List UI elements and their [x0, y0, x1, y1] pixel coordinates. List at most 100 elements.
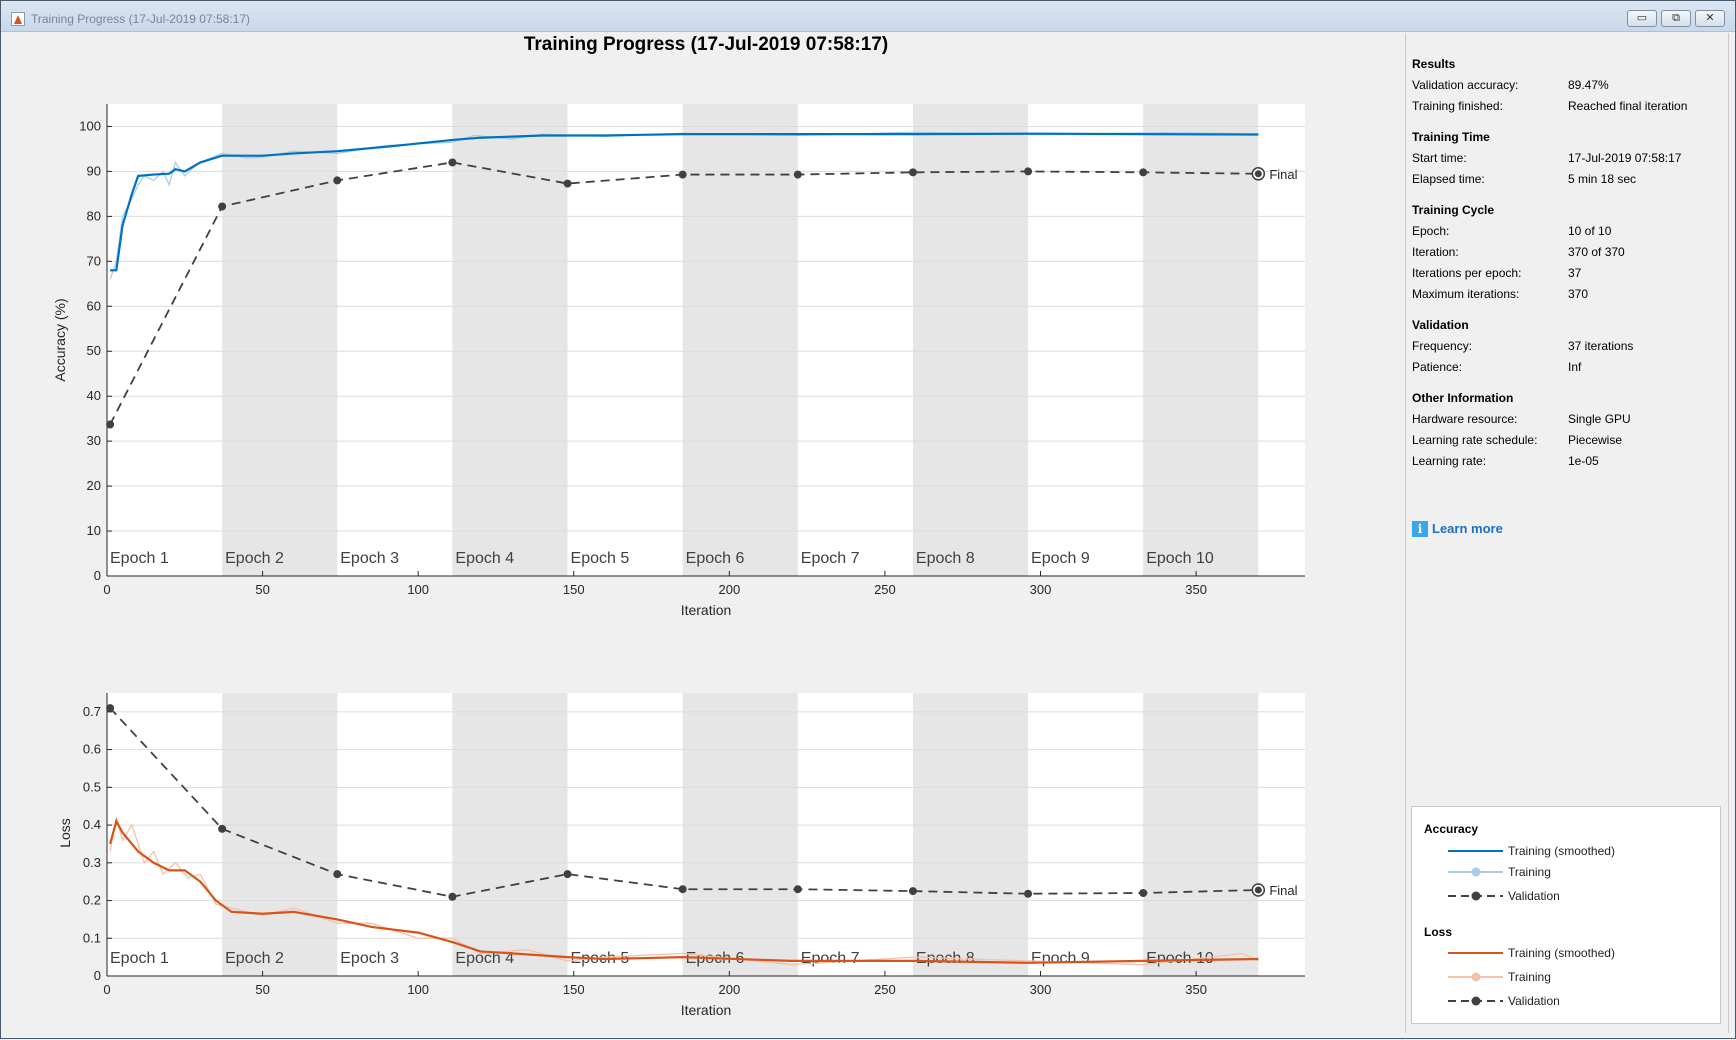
final-label: Final: [1269, 167, 1297, 182]
learn-more-link[interactable]: i Learn more: [1412, 521, 1503, 537]
info-icon: i: [1412, 521, 1428, 537]
learn-more-label: Learn more: [1432, 521, 1503, 536]
validation-point: [793, 885, 802, 894]
info-value: Reached final iteration: [1568, 99, 1688, 113]
info-label: Training finished:: [1412, 99, 1503, 113]
x-tick-label: 350: [1185, 582, 1207, 597]
y-tick-label: 0: [94, 968, 101, 983]
y-tick-label: 80: [87, 208, 101, 223]
y-tick-label: 0.7: [83, 704, 101, 719]
info-label: Epoch:: [1412, 224, 1450, 238]
accuracy-plot: 0 10 20 30 40 50 60 70 80 90 100 0 50 100 150 200 250 300…: [52, 104, 1305, 618]
x-axis-label: Iteration: [681, 602, 732, 618]
x-tick-label: 250: [874, 982, 896, 997]
validation-point: [1139, 168, 1148, 177]
epoch-label: Epoch 2: [225, 550, 284, 567]
info-value: Single GPU: [1568, 412, 1631, 426]
y-axis-label: Loss: [57, 818, 73, 848]
x-tick-label: 150: [563, 582, 585, 597]
y-axis-label: Accuracy (%): [52, 298, 68, 381]
info-panel: Results Validation accuracy: 89.47% Trainin…: [1405, 33, 1729, 1033]
info-label: Elapsed time:: [1412, 172, 1485, 186]
info-label: Iteration:: [1412, 245, 1459, 259]
epoch-label: Epoch 6: [686, 550, 745, 567]
minimize-button[interactable]: ▭: [1627, 10, 1657, 27]
info-value: 37: [1568, 266, 1582, 280]
epoch-label: Epoch 1: [110, 550, 169, 567]
y-tick-label: 0.1: [83, 930, 101, 945]
x-tick-label: 200: [718, 982, 740, 997]
training-charts: 0 10 20 30 40 50 60 70 80 90 100 0 50 100 150 200 250 300…: [52, 104, 1305, 1018]
epoch-band: [452, 693, 568, 976]
x-tick-label: 0: [103, 582, 110, 597]
y-tick-label: 60: [87, 298, 101, 313]
section-title: Other Information: [1412, 391, 1514, 405]
validation-point: [448, 158, 457, 167]
x-tick-label: 150: [563, 982, 585, 997]
legend-label: Training: [1508, 970, 1551, 984]
y-tick-label: 0.3: [83, 855, 101, 870]
legend-loss-title: Loss: [1424, 925, 1453, 939]
legend-label: Validation: [1508, 994, 1560, 1008]
info-label: Frequency:: [1412, 339, 1473, 353]
y-tick-label: 20: [87, 478, 101, 493]
x-tick-label: 0: [103, 982, 110, 997]
maximize-button[interactable]: ⧉: [1661, 10, 1691, 27]
epoch-label: Epoch 7: [801, 950, 860, 967]
x-tick-label: 300: [1030, 582, 1052, 597]
validation-point: [908, 168, 917, 177]
x-tick-label: 100: [407, 982, 429, 997]
y-tick-label: 40: [87, 388, 101, 403]
final-label: Final: [1269, 883, 1297, 898]
validation-point: [563, 179, 572, 188]
info-label: Iterations per epoch:: [1412, 266, 1522, 280]
epoch-band: [912, 693, 1029, 976]
x-tick-label: 300: [1030, 982, 1052, 997]
epoch-label: Epoch 10: [1146, 950, 1214, 967]
info-value: 37 iterations: [1568, 339, 1634, 353]
epoch-band: [1143, 104, 1259, 576]
x-tick-label: 50: [255, 982, 269, 997]
loss-plot: 0 0.1 0.2 0.3 0.4 0.5 0.6 0.7 0 50 100 150 200 250 300…: [57, 693, 1305, 1018]
y-tick-label: 70: [87, 253, 101, 268]
validation-point: [106, 704, 115, 713]
y-tick-label: 50: [87, 343, 101, 358]
legend-item: Validation: [1448, 993, 1708, 1009]
section-title: Training Cycle: [1412, 203, 1495, 217]
legend-accuracy-title: Accuracy: [1424, 822, 1479, 836]
info-label: Patience:: [1412, 360, 1463, 374]
epoch-band: [912, 104, 1029, 576]
info-label: Learning rate:: [1412, 454, 1487, 468]
info-value: Inf: [1568, 360, 1582, 374]
x-tick-label: 250: [874, 582, 896, 597]
info-label: Validation accuracy:: [1412, 78, 1519, 92]
info-label: Learning rate schedule:: [1412, 433, 1538, 447]
y-tick-label: 30: [87, 433, 101, 448]
info-value: 370 of 370: [1568, 245, 1625, 259]
validation-point: [678, 885, 687, 894]
epoch-band: [222, 693, 338, 976]
info-value: 5 min 18 sec: [1568, 172, 1637, 186]
epoch-label: Epoch 4: [455, 550, 514, 567]
section-title: Training Time: [1412, 130, 1490, 144]
legend-item: Training (smoothed): [1448, 843, 1708, 859]
validation-point: [563, 870, 572, 879]
legend-item: Validation: [1448, 888, 1708, 904]
validation-point: [333, 176, 342, 185]
validation-point: [218, 824, 227, 833]
y-tick-label: 0.6: [83, 742, 101, 757]
info-value: 10 of 10: [1568, 224, 1612, 238]
y-tick-label: 0.4: [83, 817, 101, 832]
training-progress-window: Training Progress (17-Jul-2019 07:58:17)…: [0, 0, 1736, 1039]
info-value: 89.47%: [1568, 78, 1609, 92]
validation-point: [448, 892, 457, 901]
validation-point: [1024, 889, 1033, 898]
legend-label: Training (smoothed): [1508, 946, 1615, 960]
y-tick-label: 100: [79, 118, 101, 133]
info-value: 370: [1568, 287, 1589, 301]
legend-label: Training (smoothed): [1508, 844, 1615, 858]
validation-point: [908, 887, 917, 896]
close-button[interactable]: ✕: [1695, 10, 1725, 27]
info-value: Piecewise: [1568, 433, 1623, 447]
epoch-label: Epoch 5: [571, 550, 630, 567]
